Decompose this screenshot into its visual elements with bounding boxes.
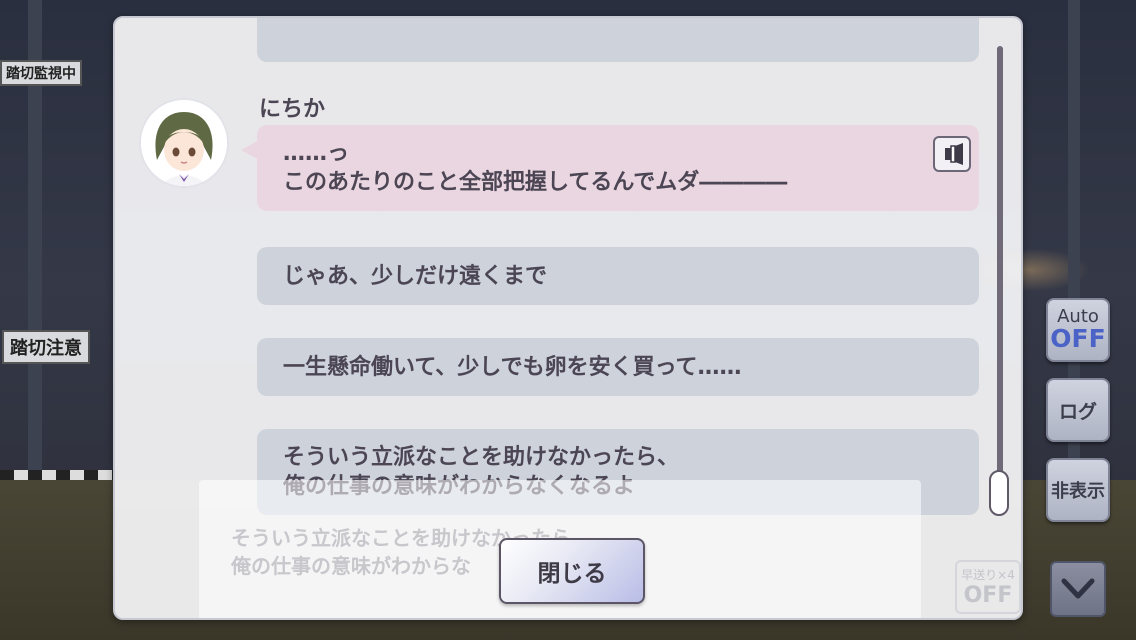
log-entry-line: そういう立派なことを助けなかったら、 <box>283 445 680 470</box>
scrollbar-thumb[interactable] <box>989 470 1009 516</box>
auto-state: OFF <box>1050 324 1106 353</box>
close-button[interactable]: 閉じる <box>499 538 645 604</box>
log-button[interactable]: ログ <box>1046 378 1110 442</box>
crossing-monitor-sign: 踏切監視中 <box>0 60 82 86</box>
log-entry-line: ……っ <box>283 141 350 166</box>
log-entry-line: じゃあ、少しだけ遠くまで <box>283 263 548 289</box>
scrollbar-track[interactable] <box>997 46 1003 516</box>
log-panel: にちか ……っ このあたりのこと全部把握してるんでムダ―――― じゃあ、少しだけ… <box>113 16 1023 620</box>
avatar <box>139 98 229 188</box>
log-entry-line: このあたりのこと全部把握してるんでムダ―――― <box>283 170 788 195</box>
log-entry: じゃあ、少しだけ遠くまで <box>257 247 979 305</box>
auto-button[interactable]: Auto OFF <box>1046 298 1110 362</box>
log-entry: 一生懸命働いて、少しでも卵を安く買って…… <box>257 338 979 396</box>
hide-button[interactable]: 非表示 <box>1046 458 1110 522</box>
log-entry-line: 一生懸命働いて、少しでも卵を安く買って…… <box>283 354 742 380</box>
barrier-stripe <box>0 470 120 480</box>
fast-forward-badge: 早送り×4 OFF <box>955 560 1021 614</box>
crossing-caution-sign: 踏切注意 <box>2 330 90 364</box>
voice-replay-button[interactable] <box>933 136 971 172</box>
chevron-down-icon <box>1061 578 1095 599</box>
character-portrait <box>141 100 227 186</box>
log-entry: ……っ このあたりのこと全部把握してるんでムダ―――― <box>257 125 979 211</box>
log-button-label: ログ <box>1058 400 1097 423</box>
log-entry-partial <box>257 18 979 62</box>
speaker-name: にちか <box>259 97 326 122</box>
speaker-icon <box>945 143 963 165</box>
hide-button-label: 非表示 <box>1051 481 1105 502</box>
close-button-label: 閉じる <box>537 561 607 587</box>
skip-button[interactable] <box>1050 561 1106 617</box>
